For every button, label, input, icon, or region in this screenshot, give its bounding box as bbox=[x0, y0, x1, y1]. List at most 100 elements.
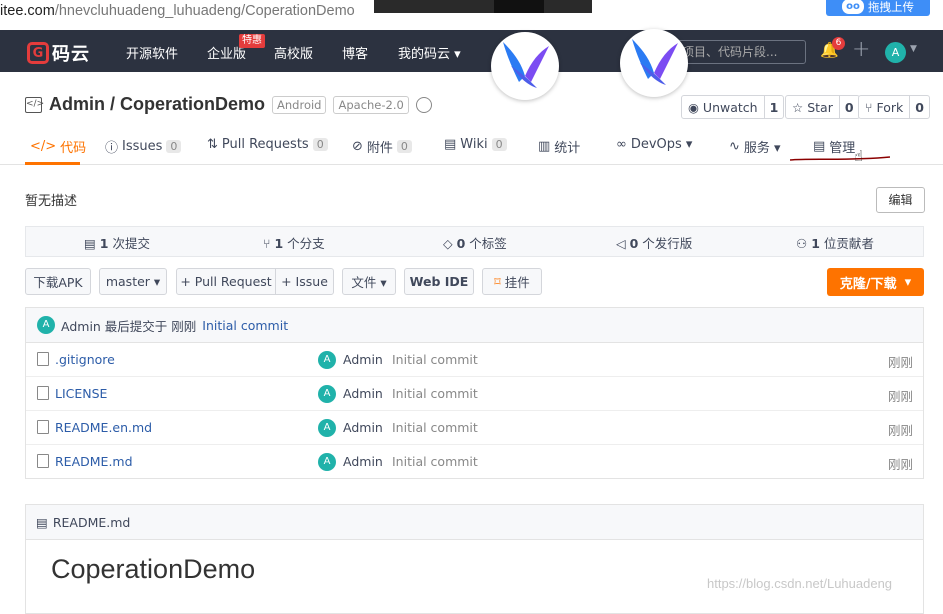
devops-icon: ∞ bbox=[616, 137, 627, 152]
file-name[interactable]: LICENSE bbox=[55, 386, 107, 401]
nav-university[interactable]: 高校版 bbox=[274, 43, 313, 62]
fork-button[interactable]: ⑂ Fork 0 bbox=[858, 95, 930, 119]
file-time: 刚刚 bbox=[887, 355, 913, 370]
gitee-logo[interactable]: G 码云 bbox=[27, 40, 90, 66]
readme-header: ▤ README.md bbox=[26, 505, 923, 540]
nav-search-input[interactable]: 项目、代码片段... bbox=[673, 40, 806, 64]
repo-tag-android[interactable]: Android bbox=[272, 95, 327, 114]
commits-count: 1 bbox=[99, 236, 109, 251]
nav-my-gitee[interactable]: 我的码云 ▾ bbox=[398, 43, 461, 62]
widget-label: 挂件 bbox=[504, 275, 530, 290]
tab-devops-label: DevOps ▾ bbox=[630, 137, 693, 152]
new-issue-button[interactable]: + Issue bbox=[275, 268, 334, 295]
bird-logo-icon bbox=[620, 29, 688, 97]
issue-icon: ⓘ bbox=[105, 141, 119, 156]
branch-select[interactable]: master ▾ bbox=[99, 268, 167, 295]
stat-tags[interactable]: ◇ 0 个标签 bbox=[443, 233, 507, 252]
medal-icon[interactable] bbox=[415, 96, 432, 113]
repo-header: </> Admin / CoperationDemo Android Apach… bbox=[25, 94, 432, 115]
clone-download-button[interactable]: 克隆/下载 ▾ bbox=[827, 268, 924, 296]
file-author-avatar[interactable]: A bbox=[318, 385, 336, 403]
eye-icon: ◉ bbox=[688, 99, 699, 115]
watch-count: 1 bbox=[763, 96, 784, 118]
file-author-avatar[interactable]: A bbox=[318, 453, 336, 471]
url-host: itee.com bbox=[0, 3, 55, 19]
file-time: 刚刚 bbox=[887, 423, 913, 438]
repo-title[interactable]: Admin / CoperationDemo bbox=[49, 94, 265, 115]
edit-description-button[interactable]: 编辑 bbox=[876, 187, 925, 213]
tab-attachments-label: 附件 bbox=[366, 141, 393, 156]
tab-stats-label: 统计 bbox=[554, 141, 581, 156]
tab-settings[interactable]: ▤ 管理 bbox=[813, 137, 855, 156]
branch-icon: ⑂ bbox=[263, 236, 271, 251]
file-author[interactable]: Admin bbox=[343, 420, 383, 435]
tab-wiki[interactable]: ▤ Wiki 0 bbox=[444, 137, 507, 152]
new-pull-request-button[interactable]: + Pull Request bbox=[176, 268, 276, 295]
logo-text: 码云 bbox=[52, 44, 90, 65]
file-row[interactable]: README.md A Admin Initial commit 刚刚 bbox=[26, 445, 923, 479]
stat-branches[interactable]: ⑂ 1 个分支 bbox=[263, 233, 325, 252]
repo-tag-license[interactable]: Apache-2.0 bbox=[333, 95, 409, 114]
drag-upload-button[interactable]: oo 拖拽上传 bbox=[826, 0, 930, 16]
contributors-icon: ⚇ bbox=[796, 236, 808, 251]
tab-devops[interactable]: ∞ DevOps ▾ bbox=[616, 137, 692, 152]
repo-code-icon: </> bbox=[25, 96, 44, 113]
tags-label: 个标签 bbox=[465, 236, 507, 251]
tab-pull-requests[interactable]: ⇅ Pull Requests 0 bbox=[207, 137, 328, 152]
commit-author-avatar[interactable]: A bbox=[37, 316, 55, 334]
file-name[interactable]: .gitignore bbox=[55, 352, 115, 367]
hand-drawn-underline bbox=[790, 156, 890, 161]
tab-attachments-count: 0 bbox=[396, 140, 412, 153]
star-button[interactable]: ☆ Star 0 bbox=[785, 95, 860, 119]
commit-icon: ▤ bbox=[84, 236, 96, 251]
file-commit-message[interactable]: Initial commit bbox=[392, 352, 478, 367]
tab-stats[interactable]: ▥ 统计 bbox=[538, 137, 580, 156]
contributors-count: 1 bbox=[811, 236, 820, 251]
file-commit-message[interactable]: Initial commit bbox=[392, 386, 478, 401]
nav-open-source[interactable]: 开源软件 bbox=[126, 43, 178, 62]
wiki-icon: ▤ bbox=[444, 137, 457, 152]
files-dropdown[interactable]: 文件 ▾ bbox=[342, 268, 396, 295]
file-icon bbox=[37, 420, 49, 434]
last-commit-message[interactable]: Initial commit bbox=[202, 318, 288, 333]
chevron-down-icon[interactable]: ▼ bbox=[910, 44, 917, 54]
hand-cursor-icon: ☝ bbox=[854, 147, 864, 165]
file-commit-message[interactable]: Initial commit bbox=[392, 454, 478, 469]
file-author-avatar[interactable]: A bbox=[318, 419, 336, 437]
tab-services[interactable]: ∿ 服务 ▾ bbox=[729, 137, 781, 156]
file-name[interactable]: README.md bbox=[55, 454, 133, 469]
file-commit-message[interactable]: Initial commit bbox=[392, 420, 478, 435]
widget-button[interactable]: ⌑ 挂件 bbox=[482, 268, 542, 295]
logo-mark-icon: G bbox=[27, 42, 49, 64]
tab-issues[interactable]: ⓘ Issues 0 bbox=[105, 137, 182, 156]
bookmark-icon: ⌑ bbox=[494, 274, 501, 289]
file-row[interactable]: README.en.md A Admin Initial commit 刚刚 bbox=[26, 411, 923, 445]
file-icon bbox=[37, 352, 49, 366]
plus-icon[interactable]: + bbox=[852, 37, 870, 62]
stat-contributors[interactable]: ⚇ 1 位贡献者 bbox=[796, 233, 874, 252]
tag-icon: ◇ bbox=[443, 236, 453, 251]
web-ide-button[interactable]: Web IDE bbox=[404, 268, 474, 295]
file-row[interactable]: .gitignore A Admin Initial commit 刚刚 bbox=[26, 343, 923, 377]
releases-label: 个发行版 bbox=[638, 236, 693, 251]
url-text[interactable]: itee.com/hnevcluhuadeng_luhuadeng/Copera… bbox=[0, 3, 355, 19]
file-author[interactable]: Admin bbox=[343, 386, 383, 401]
file-author-avatar[interactable]: A bbox=[318, 351, 336, 369]
stat-releases[interactable]: ◁ 0 个发行版 bbox=[616, 233, 692, 252]
user-avatar[interactable]: A bbox=[885, 42, 906, 63]
tab-code[interactable]: </> 代码 bbox=[30, 137, 86, 156]
nav-blog[interactable]: 博客 bbox=[342, 43, 368, 62]
file-row[interactable]: LICENSE A Admin Initial commit 刚刚 bbox=[26, 377, 923, 411]
branches-label: 个分支 bbox=[283, 236, 325, 251]
file-author[interactable]: Admin bbox=[343, 454, 383, 469]
tab-attachments[interactable]: ⊘ 附件 0 bbox=[352, 137, 412, 156]
release-icon: ◁ bbox=[616, 236, 626, 251]
attachment-icon: ⊘ bbox=[352, 139, 363, 154]
download-apk-button[interactable]: 下载APK bbox=[25, 268, 91, 295]
file-name[interactable]: README.en.md bbox=[55, 420, 152, 435]
stat-commits[interactable]: ▤ 1 次提交 bbox=[84, 233, 150, 252]
last-commit-bar: A Admin 最后提交于 刚刚 Initial commit bbox=[26, 308, 923, 343]
readme-heading: CoperationDemo bbox=[51, 554, 256, 584]
unwatch-button[interactable]: ◉ Unwatch 1 bbox=[681, 95, 785, 119]
file-author[interactable]: Admin bbox=[343, 352, 383, 367]
